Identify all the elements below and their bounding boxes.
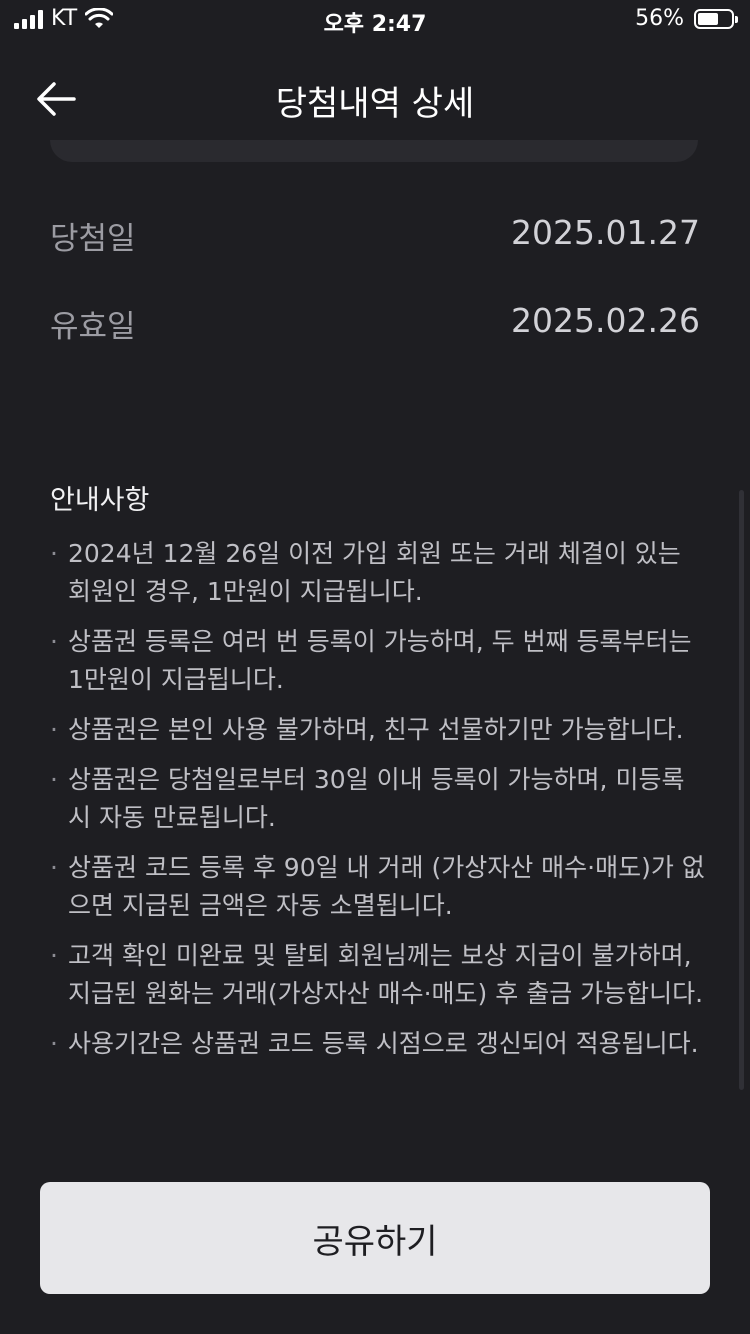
card-bottom-edge bbox=[50, 140, 698, 162]
win-date-row: 당첨일 2025.01.27 bbox=[50, 205, 700, 257]
valid-date-value: 2025.02.26 bbox=[511, 301, 700, 340]
navigation-bar: 당첨내역 상세 bbox=[0, 52, 750, 144]
valid-date-row: 유효일 2025.02.26 bbox=[50, 293, 700, 345]
valid-date-label: 유효일 bbox=[50, 309, 136, 345]
notice-item: 상품권 코드 등록 후 90일 내 거래 (가상자산 매수·매도)가 없으면 지… bbox=[50, 849, 710, 925]
notice-item: 고객 확인 미완료 및 탈퇴 회원님께는 보상 지급이 불가하며, 지급된 원화… bbox=[50, 937, 710, 1013]
win-date-value: 2025.01.27 bbox=[511, 213, 700, 252]
notice-title: 안내사항 bbox=[50, 485, 150, 516]
scrollbar[interactable] bbox=[739, 490, 744, 1090]
notice-list: 2024년 12월 26일 이전 가입 회원 또는 거래 체결이 있는 회원인 … bbox=[50, 535, 710, 1063]
notice-item: 상품권은 당첨일로부터 30일 이내 등록이 가능하며, 미등록 시 자동 만료… bbox=[50, 761, 710, 837]
notice-item: 상품권은 본인 사용 불가하며, 친구 선물하기만 가능합니다. bbox=[50, 711, 710, 749]
status-bar: KT 오후 2:47 56% bbox=[0, 0, 750, 40]
page-title: 당첨내역 상세 bbox=[275, 84, 475, 124]
battery-percent: 56% bbox=[635, 6, 684, 31]
win-date-label: 당첨일 bbox=[50, 221, 136, 257]
notice-item: 상품권 등록은 여러 번 등록이 가능하며, 두 번째 등록부터는 1만원이 지… bbox=[50, 623, 710, 699]
share-button[interactable]: 공유하기 bbox=[40, 1182, 710, 1294]
notice-item: 2024년 12월 26일 이전 가입 회원 또는 거래 체결이 있는 회원인 … bbox=[50, 535, 710, 611]
notice-item: 사용기간은 상품권 코드 등록 시점으로 갱신되어 적용됩니다. bbox=[50, 1025, 710, 1063]
battery-info: 56% bbox=[635, 6, 738, 31]
battery-icon bbox=[694, 8, 738, 29]
notice-section: 안내사항 2024년 12월 26일 이전 가입 회원 또는 거래 체결이 있는… bbox=[50, 478, 710, 1075]
